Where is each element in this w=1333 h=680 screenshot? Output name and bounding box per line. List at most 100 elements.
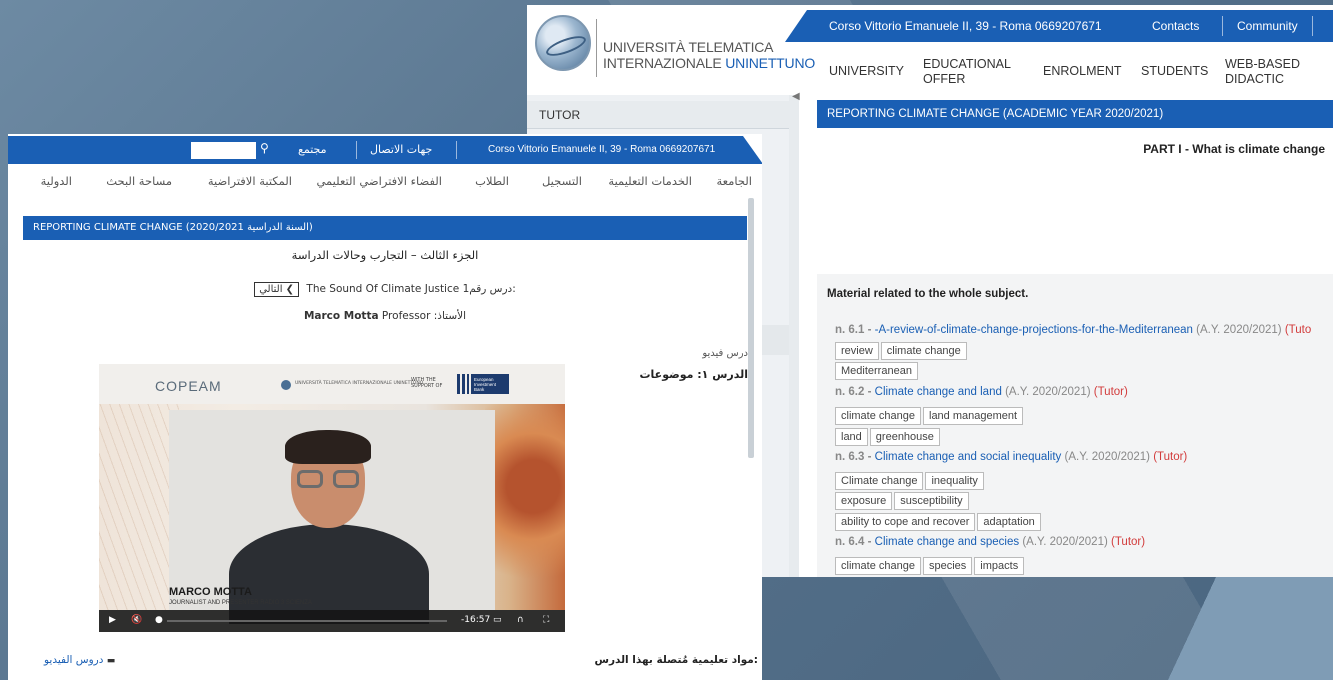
tag[interactable]: climate change (880, 342, 967, 360)
mute-icon[interactable]: 🔇 (131, 615, 142, 625)
tag[interactable]: susceptibility (894, 492, 969, 510)
nav-enrolment[interactable]: ENROLMENT (1043, 64, 1121, 78)
tag[interactable]: climate change (835, 407, 921, 425)
material-link[interactable]: Climate change and species (875, 536, 1019, 548)
play-icon[interactable]: ▶ (109, 615, 116, 625)
speaker-hair (285, 430, 371, 464)
tag[interactable]: review (835, 342, 879, 360)
glasses-icon (333, 470, 359, 488)
progress-bar[interactable] (167, 620, 447, 622)
tutor-link[interactable]: (Tutor) (1094, 386, 1128, 398)
community-link[interactable]: Community (1237, 19, 1298, 33)
material-link[interactable]: -A-review-of-climate-change-projections-… (875, 324, 1193, 336)
university-logo[interactable]: UNIVERSITÀ TELEMATICA INTERNAZIONALE UNI… (533, 11, 815, 81)
nav-research[interactable]: مساحة البحث (106, 174, 172, 188)
part-title: PART I - What is climate change (1143, 142, 1325, 156)
top-bar: ⚲ مجتمع جهات الاتصال Corso Vittorio Eman… (8, 136, 762, 164)
tag[interactable]: ability to cope and recover (835, 513, 976, 531)
tutor-link[interactable]: (Tutor) (1111, 536, 1145, 548)
tag[interactable]: land (835, 428, 868, 446)
logo-line1: UNIVERSITÀ TELEMATICA (603, 39, 774, 55)
speaker-name: MARCO MOTTA (169, 586, 252, 598)
headphones-icon[interactable]: ∩ (517, 615, 524, 625)
contacts-link[interactable]: جهات الاتصال (370, 143, 432, 156)
video-player[interactable]: COPEAM UNIVERSITÀ TELEMATICA INTERNAZION… (99, 364, 565, 632)
nav-educational-services[interactable]: الخدمات التعليمية (608, 174, 692, 188)
nav-enrolment[interactable]: التسجيل (542, 174, 582, 188)
captions-icon[interactable]: ▭ (493, 615, 502, 625)
tag[interactable]: land management (923, 407, 1024, 425)
tag[interactable]: Climate change (835, 472, 924, 490)
volume-slider-icon[interactable]: ● (155, 615, 163, 625)
logo-divider (596, 19, 597, 77)
autumn-tree-illustration (485, 404, 565, 610)
tag[interactable]: climate change (835, 557, 921, 575)
tree-illustration (99, 404, 179, 610)
nav-university[interactable]: UNIVERSITY (829, 64, 904, 78)
tag-row: review climate change (835, 341, 969, 360)
material-link[interactable]: Climate change and social inequality (875, 451, 1062, 463)
nav-international[interactable]: الدولية (41, 174, 72, 188)
nav-students[interactable]: STUDENTS (1141, 64, 1208, 78)
professor-label: Professor :الأستاذ (381, 310, 467, 322)
next-button[interactable]: التالي ❮ (254, 282, 300, 297)
video-header-banner: COPEAM UNIVERSITÀ TELEMATICA INTERNAZION… (99, 364, 565, 404)
lesson-number-label: درس رقم1: (462, 283, 516, 295)
tag[interactable]: adaptation (977, 513, 1041, 531)
nav-web-based[interactable]: WEB-BASED (1225, 57, 1300, 71)
sidebar-collapse-strip[interactable] (789, 95, 799, 577)
part-title: الجزء الثالث – التجارب وحالات الدراسة (291, 248, 479, 262)
contacts-link[interactable]: Contacts (1152, 19, 1199, 33)
search-icon[interactable]: ⚲ (260, 141, 269, 155)
tag-row: land greenhouse (835, 427, 942, 446)
video-frame (99, 404, 565, 624)
nav-offer[interactable]: OFFER (923, 72, 965, 86)
lesson-topics-heading[interactable]: الدرس ١: موضوعات (640, 368, 749, 381)
community-link[interactable]: مجتمع (298, 143, 327, 156)
nav-university[interactable]: الجامعة (717, 174, 753, 188)
nav-didactic[interactable]: DIDACTIC (1225, 72, 1284, 86)
logo-line2: INTERNAZIONALE UNINETTUNO (603, 55, 816, 71)
nav-virtual-space[interactable]: الفضاء الافتراضي التعليمي (316, 174, 442, 188)
video-lessons-link[interactable]: دروس الفيديو ▬ (44, 654, 115, 666)
course-title: REPORTING CLIMATE CHANGE (ACADEMIC YEAR … (817, 100, 1333, 128)
tag-row: exposure susceptibility (835, 491, 971, 510)
speaker-body (229, 524, 429, 624)
list-item: n. 6.2 - Climate change and land (A.Y. 2… (835, 386, 1128, 398)
video-controls: ▶ 🔇 ● -16:57 ▭ ∩ ⛶ (99, 610, 565, 632)
tutor-link[interactable]: (Tutor) (1153, 451, 1187, 463)
search-input[interactable] (191, 142, 256, 159)
tag[interactable]: greenhouse (869, 428, 940, 446)
scrollbar[interactable] (748, 198, 754, 458)
fullscreen-icon[interactable]: ⛶ (543, 615, 549, 625)
sidebar-tutor-header[interactable]: TUTOR (527, 101, 789, 129)
globe-logo-icon (535, 15, 591, 71)
video-camera-icon: ▬ (106, 656, 116, 666)
list-item: n. 6.1 - -A-review-of-climate-change-pro… (835, 324, 1312, 336)
time-remaining: -16:57 (461, 615, 491, 625)
tag[interactable]: species (923, 557, 973, 575)
nav-educational[interactable]: EDUCATIONAL (923, 57, 1011, 71)
material-section: Material related to the whole subject. n… (817, 274, 1333, 577)
professor-line: Marco Motta Professor :الأستاذ (8, 310, 762, 322)
topbar-divider (1312, 16, 1313, 36)
tag-row: climate change species impacts (835, 556, 1026, 575)
tag[interactable]: Mediterranean (835, 362, 918, 380)
course-title: (السنة الدراسية 2020/2021) REPORTING CLI… (23, 216, 747, 240)
support-text: WITH THE SUPPORT OF (411, 377, 443, 389)
tag[interactable]: exposure (835, 492, 893, 510)
nav-students[interactable]: الطلاب (475, 174, 509, 188)
speaker-title: JOURNALIST AND PRESENTER RADIO 3 SCIENZA (169, 600, 312, 606)
tag[interactable]: inequality (925, 472, 984, 490)
eib-logo: European Investment Bank (457, 374, 511, 394)
collapse-chevron-icon[interactable]: ◀ (792, 91, 800, 102)
tag-row: ability to cope and recover adaptation (835, 512, 1043, 531)
list-item: n. 6.3 - Climate change and social inequ… (835, 451, 1188, 463)
tutor-link[interactable]: (Tuto (1285, 324, 1311, 336)
main-content: REPORTING CLIMATE CHANGE (ACADEMIC YEAR … (815, 100, 1333, 577)
tag[interactable]: impacts (974, 557, 1025, 575)
chevron-left-icon: ❮ (285, 284, 295, 295)
material-link[interactable]: Climate change and land (875, 386, 1002, 398)
nav-virtual-library[interactable]: المكتبة الافتراضية (208, 174, 292, 188)
professor-name: Marco Motta (303, 310, 379, 322)
